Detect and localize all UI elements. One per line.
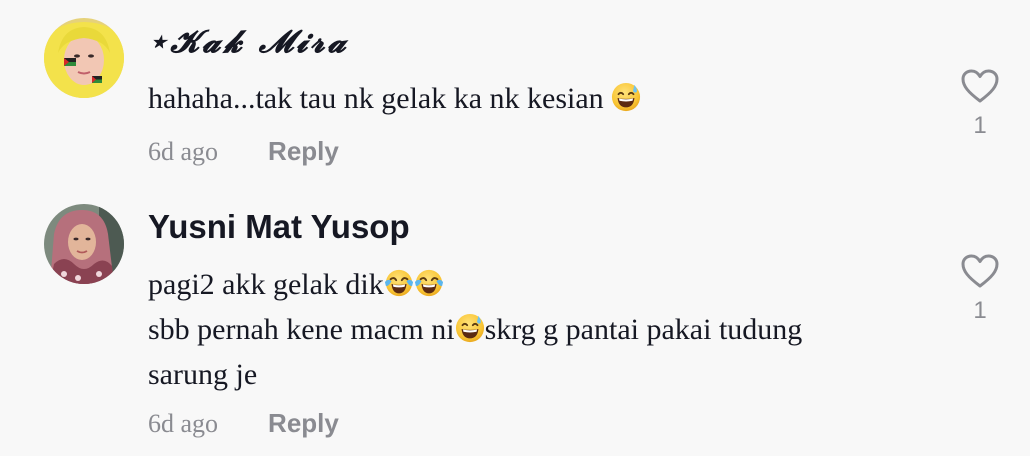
- avatar[interactable]: [44, 18, 124, 98]
- heart-outline-icon: [961, 69, 999, 103]
- avatar[interactable]: [44, 204, 124, 284]
- comment-username[interactable]: ⋆𝓚𝓪𝓴 𝓜𝓲𝓻𝓪: [148, 24, 349, 61]
- comment-text-line: hahaha...tak tau nk gelak ka nk kesian: [148, 82, 604, 115]
- comment-text-line: sarung je: [148, 358, 258, 391]
- grinning-sweat-emoji: [611, 82, 641, 112]
- comment-meta: 6d ago Reply: [148, 136, 339, 167]
- comment-username[interactable]: Yusni Mat Yusop: [148, 208, 410, 246]
- comment-text: pagi2 akk gelak dik sbb pernah kene macm…: [148, 262, 802, 397]
- like-button[interactable]: 1: [958, 68, 1002, 140]
- comment-meta: 6d ago Reply: [148, 408, 339, 439]
- reply-button[interactable]: Reply: [268, 136, 339, 167]
- comment-timestamp: 6d ago: [148, 409, 219, 438]
- comment-text-line: sbb pernah kene macm ni skrg g pantai pak…: [148, 313, 803, 346]
- heart-outline-icon: [961, 254, 999, 288]
- tears-of-joy-emoji: [384, 268, 414, 298]
- comment-text: hahaha...tak tau nk gelak ka nk kesian: [148, 76, 641, 121]
- comment-timestamp: 6d ago: [148, 137, 219, 166]
- tears-of-joy-emoji: [414, 268, 444, 298]
- comment-text-line: pagi2 akk gelak dik: [148, 262, 802, 307]
- reply-button[interactable]: Reply: [268, 408, 339, 439]
- like-button[interactable]: 1: [958, 253, 1002, 325]
- grinning-sweat-emoji: [455, 313, 485, 343]
- like-count: 1: [973, 297, 987, 324]
- like-count: 1: [973, 112, 987, 139]
